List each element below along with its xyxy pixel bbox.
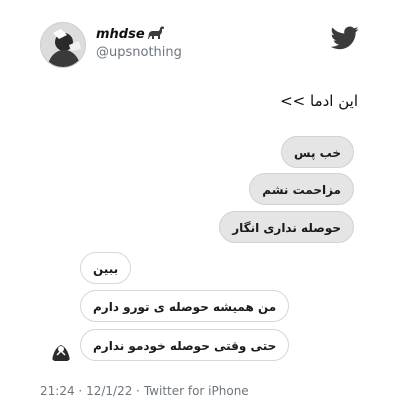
sender-avatar-icon: [49, 339, 73, 363]
sent-message-bubble: حوصله نداری انگار: [219, 211, 354, 243]
sender-avatar: [49, 339, 73, 363]
tweet-text: این ادما >>: [280, 92, 358, 110]
author-display-name-text: mhdse: [96, 27, 145, 42]
twitter-bird-icon: [331, 26, 359, 50]
sent-message-bubble: خب پس: [281, 136, 354, 168]
profile-photo-icon: [41, 23, 85, 67]
sent-message-bubble: مزاحمت نشم: [249, 173, 354, 205]
author-avatar[interactable]: [40, 22, 86, 68]
meta-separator: ·: [136, 384, 140, 398]
tweet-source[interactable]: Twitter for iPhone: [144, 384, 249, 398]
author-display-name[interactable]: mhdse: [96, 26, 166, 44]
tweet-time[interactable]: 21:24: [40, 384, 75, 398]
meta-separator: ·: [78, 384, 83, 398]
received-message-bubble: من همیشه حوصله ی تورو دارم: [80, 290, 290, 322]
tweet-date[interactable]: 12/1/22: [86, 384, 132, 398]
sauropod-dinosaur-icon: [146, 26, 166, 44]
received-message-bubble: حتی وقتی حوصله خودمو ندارم: [80, 329, 290, 361]
tweet-meta: 21:24 · 12/1/22 · Twitter for iPhone: [40, 384, 249, 398]
received-message-bubble: ببین: [80, 252, 132, 284]
tweet-card: mhdse @upsnothing این ادما >> خب پس مزاح…: [0, 0, 400, 400]
author-handle[interactable]: @upsnothing: [96, 45, 182, 60]
